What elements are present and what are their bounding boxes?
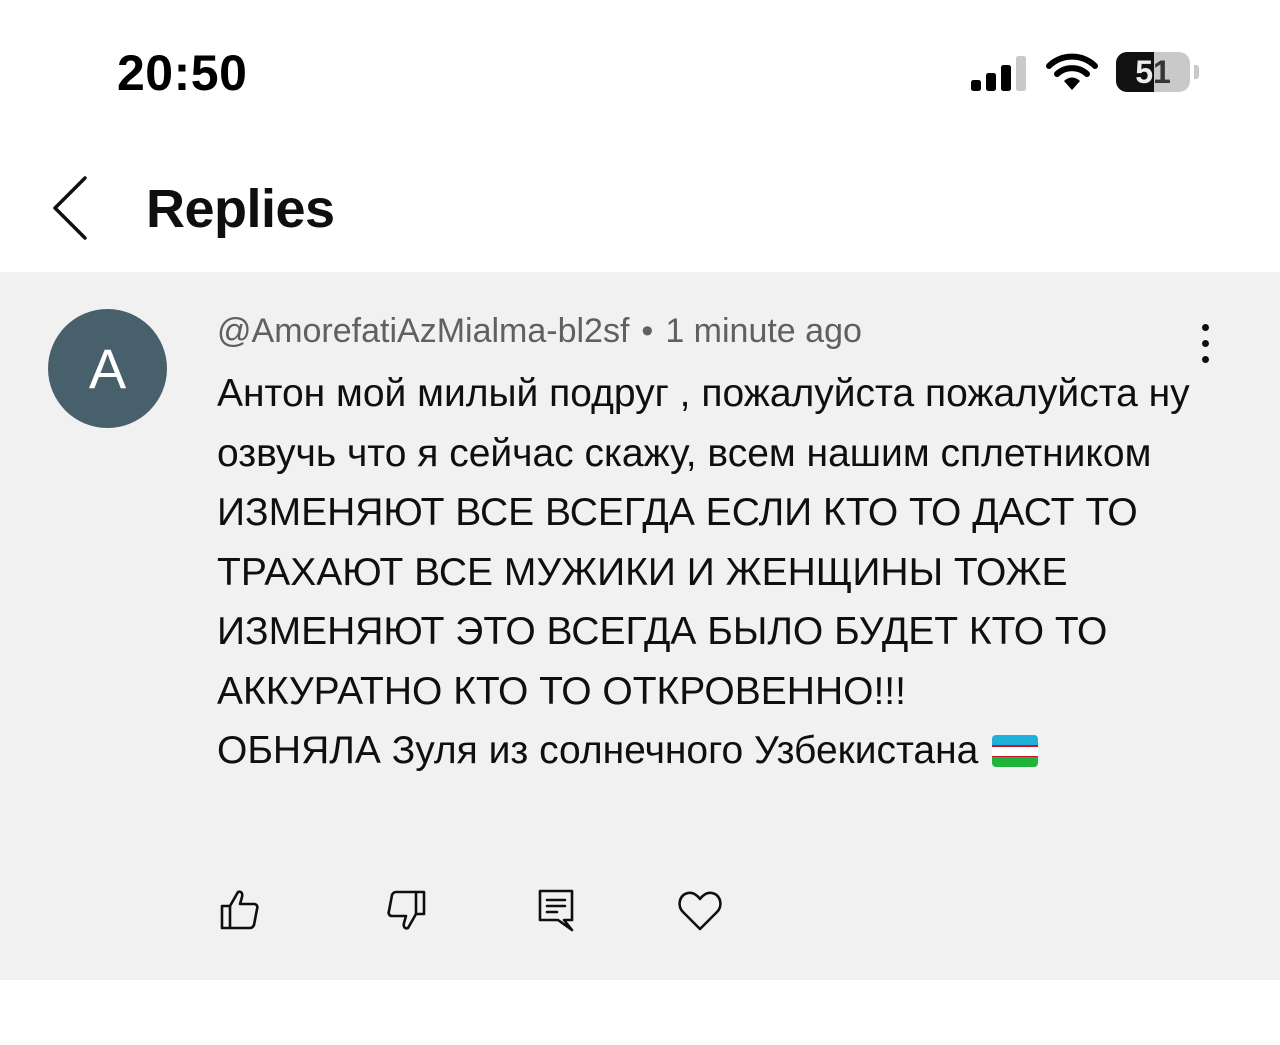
uzbekistan-flag-icon [992, 735, 1039, 767]
thumbs-up-icon [220, 890, 259, 930]
comment-actions [0, 880, 1280, 940]
more-dot [1202, 324, 1209, 331]
cellular-signal-icon [971, 56, 1026, 91]
reply-icon [538, 889, 574, 932]
page-title: Replies [146, 179, 335, 239]
comment-text-paragraph: Антон мой милый подруг , пожалуйста пожа… [217, 372, 1190, 713]
comment-text-signoff: ОБНЯЛА Зуля из солнечного Узбекистана [217, 721, 1217, 781]
more-options-button[interactable] [1186, 322, 1226, 366]
battery-cap [1194, 65, 1199, 79]
status-bar: 20:50 51 [0, 0, 1280, 140]
comment-meta: @AmorefatiAzMialma-bl2sf • 1 minute ago [217, 312, 862, 351]
comment-text: Антон мой милый подруг , пожалуйста пожа… [217, 364, 1217, 781]
avatar[interactable]: A [48, 309, 167, 428]
comment-time: 1 minute ago [665, 312, 862, 350]
more-dot [1202, 356, 1209, 363]
wifi-icon [1046, 53, 1098, 90]
comment-author[interactable]: @AmorefatiAzMialma-bl2sf [217, 312, 629, 350]
meta-separator: • [641, 312, 654, 350]
battery-body: 51 [1116, 52, 1190, 92]
heart-button[interactable] [670, 880, 730, 940]
heart-icon [678, 891, 722, 931]
comment-text-signoff-text: ОБНЯЛА Зуля из солнечного Узбекистана [217, 729, 979, 772]
like-button[interactable] [210, 880, 270, 940]
thumbs-down-icon [387, 890, 426, 930]
chevron-left-icon [53, 176, 87, 240]
page-header: Replies [0, 140, 1280, 272]
status-time: 20:50 [117, 45, 248, 101]
battery-icon: 51 [1116, 52, 1200, 92]
comment-card: A @AmorefatiAzMialma-bl2sf • 1 minute ago … [0, 272, 1280, 980]
dislike-button[interactable] [376, 880, 436, 940]
battery-level: 51 [1135, 54, 1171, 90]
back-button[interactable] [40, 170, 100, 246]
more-dot [1202, 340, 1209, 347]
reply-button[interactable] [526, 880, 586, 940]
